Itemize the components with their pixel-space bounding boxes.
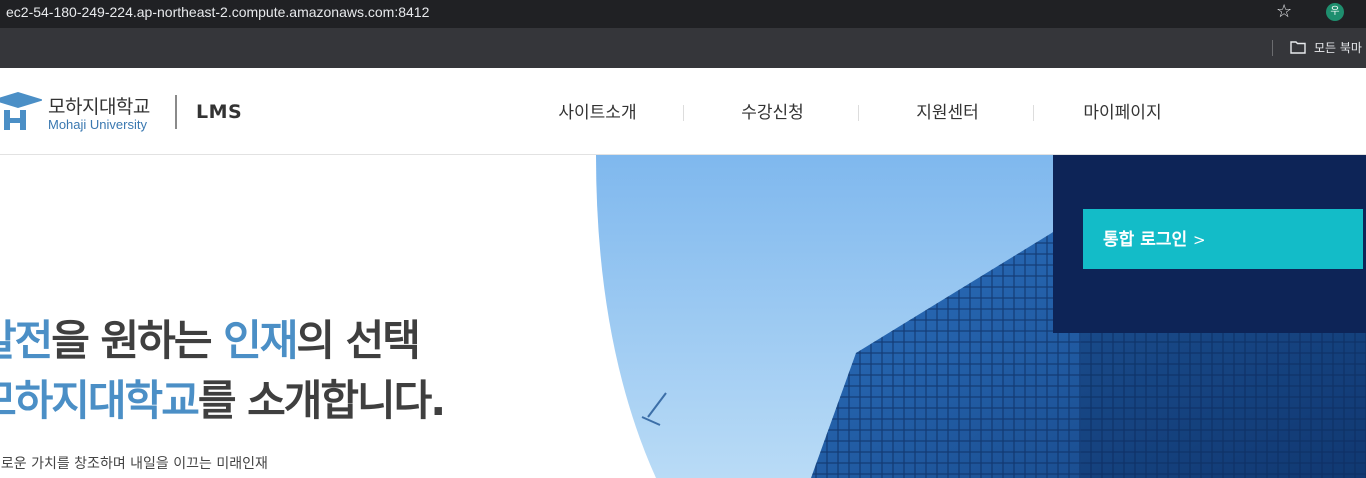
logo-university-name[interactable]: 모하지대학교 (48, 92, 150, 119)
logo-university-english[interactable]: Mohaji University (48, 117, 147, 132)
nav-divider (683, 105, 684, 121)
folder-icon[interactable] (1290, 40, 1306, 54)
chevron-right-icon: > (1193, 231, 1206, 249)
nav-item-support-center[interactable]: 지원센터 (860, 98, 1035, 123)
hero-headline-line-1: 발전을 원하는 인재의 선택 (0, 307, 421, 368)
lms-label: LMS (196, 101, 243, 123)
bookmarks-bar: 모든 북마 (0, 28, 1366, 68)
university-logo-icon[interactable] (0, 90, 42, 134)
hero-text: 을 원하는 (51, 316, 224, 365)
login-button-label: 통합 로그인 (1103, 230, 1188, 250)
browser-address-bar: ec2-54-180-249-224.ap-northeast-2.comput… (0, 0, 1366, 28)
main-nav: 사이트소개 수강신청 지원센터 마이페이지 (510, 98, 1210, 128)
logo-divider (175, 95, 177, 129)
hero-highlight: 발전 (0, 316, 53, 365)
site-header: 모하지대학교 Mohaji University LMS 사이트소개 수강신청 … (0, 68, 1366, 155)
hero-description: 새로운 가치를 창조하며 내일을 이끄는 미래인재 (0, 456, 268, 472)
hero-highlight: 모하지대학교 (0, 376, 200, 425)
nav-divider (1033, 105, 1034, 121)
nav-divider (858, 105, 859, 121)
hero-headline-line-2: 모하지대학교를 소개합니다. (0, 367, 446, 428)
url-text[interactable]: ec2-54-180-249-224.ap-northeast-2.comput… (6, 4, 429, 20)
hero-text: 를 소개합니다. (197, 376, 446, 425)
bookmark-star-icon[interactable]: ☆ (1276, 2, 1292, 22)
hero-section: 발전을 원하는 인재의 선택 모하지대학교를 소개합니다. 새로운 가치를 창조… (0, 155, 1366, 478)
login-panel: 통합 로그인 > (1053, 155, 1366, 333)
integrated-login-button[interactable]: 통합 로그인 > (1083, 209, 1363, 269)
nav-item-course-registration[interactable]: 수강신청 (685, 98, 860, 123)
nav-item-my-page[interactable]: 마이페이지 (1035, 98, 1210, 123)
hero-highlight: 인재 (223, 316, 298, 365)
nav-item-site-intro[interactable]: 사이트소개 (510, 98, 685, 123)
profile-avatar[interactable]: 우 (1326, 3, 1344, 21)
all-bookmarks-label[interactable]: 모든 북마 (1314, 39, 1362, 56)
bookmarks-divider (1272, 40, 1273, 56)
hero-text: 의 선택 (296, 316, 421, 365)
